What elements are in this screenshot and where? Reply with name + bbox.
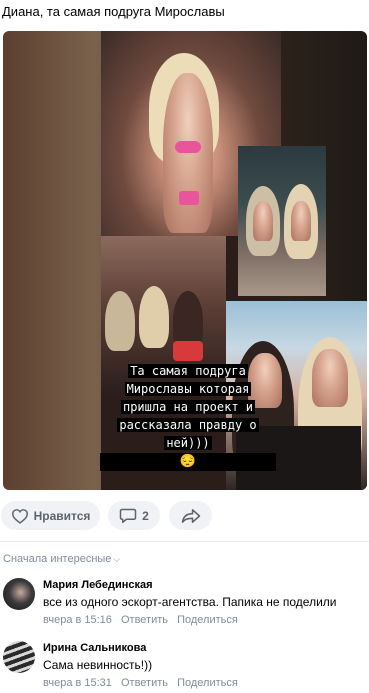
chevron-down-icon: ⌵ [113, 554, 121, 564]
caption-line: Мирославы которая [124, 382, 252, 396]
share-button[interactable] [169, 501, 212, 530]
post-actions: Нравится 2 [0, 501, 369, 531]
post-photo[interactable]: Та самая подруга Мирославы которая пришл… [3, 31, 367, 490]
share-arrow-icon [181, 508, 201, 524]
caption-line: Та самая подруга [128, 364, 248, 378]
divider [0, 541, 369, 542]
post-text: Диана, та самая подруга Мирославы [2, 4, 225, 19]
collage-photo-2 [238, 146, 326, 296]
comment-meta: вчера в 15:31 Ответить Поделиться [43, 677, 238, 689]
speech-bubble-icon [119, 507, 137, 524]
caption-line: рассказала правду о [117, 418, 259, 432]
like-button[interactable]: Нравится [1, 501, 100, 530]
comment-count: 2 [142, 508, 149, 523]
reply-link[interactable]: Ответить [121, 614, 168, 626]
comment-text: Сама невинность!)) [43, 658, 153, 672]
comment-text: все из одного эскорт-агентства. Папика н… [43, 595, 337, 609]
comment-time[interactable]: вчера в 15:16 [43, 614, 112, 626]
comment-author[interactable]: Мария Лебединская [43, 579, 153, 591]
comments-sort-dropdown[interactable]: Сначала интересные ⌵ [3, 553, 120, 565]
sad-emoji-icon: 😔 [100, 453, 276, 471]
sort-label: Сначала интересные [3, 553, 112, 565]
comment-button[interactable]: 2 [108, 501, 160, 530]
comment-time[interactable]: вчера в 15:31 [43, 677, 112, 689]
avatar[interactable] [3, 578, 35, 610]
caption-line: ней))) [164, 436, 212, 450]
like-label: Нравится [33, 508, 91, 523]
photo-caption: Та самая подруга Мирославы которая пришл… [100, 362, 276, 471]
heart-icon [11, 508, 29, 524]
caption-line: пришла на проект и [120, 400, 256, 414]
share-link[interactable]: Поделиться [177, 677, 238, 689]
share-link[interactable]: Поделиться [177, 614, 238, 626]
comment-author[interactable]: Ирина Сальникова [43, 642, 146, 654]
comment-meta: вчера в 15:16 Ответить Поделиться [43, 614, 238, 626]
avatar[interactable] [3, 641, 35, 673]
reply-link[interactable]: Ответить [121, 677, 168, 689]
